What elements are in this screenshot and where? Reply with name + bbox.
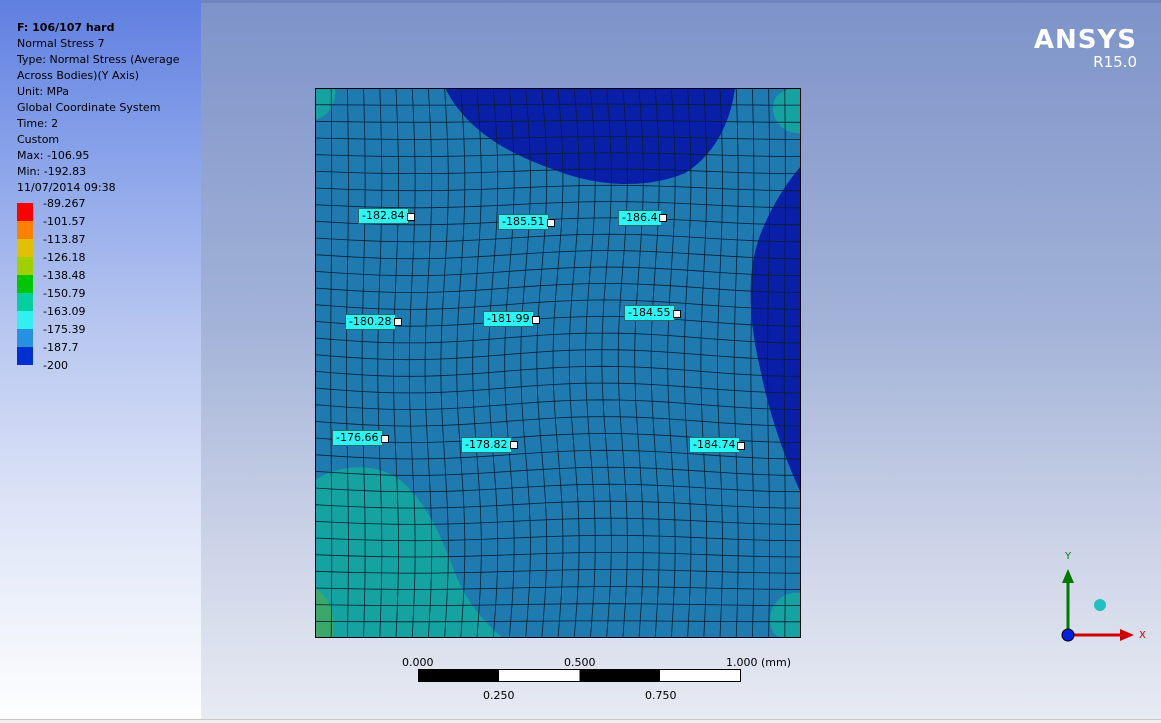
scale-label: 1.000 (mm) bbox=[726, 656, 792, 669]
result-info-text: F: 106/107 hard Normal Stress 7 Type: No… bbox=[17, 20, 201, 196]
result-type: Type: Normal Stress (Average Across Bodi… bbox=[17, 53, 180, 82]
result-min: Min: -192.83 bbox=[17, 165, 87, 178]
legend-swatch bbox=[17, 275, 33, 293]
legend-label: -200 bbox=[43, 359, 68, 372]
result-unit: Unit: MPa bbox=[17, 85, 69, 98]
probe-marker bbox=[673, 310, 681, 318]
probe-label[interactable]: -185.51 bbox=[498, 214, 550, 230]
probe-marker bbox=[381, 435, 389, 443]
result-info-panel: F: 106/107 hard Normal Stress 7 Type: No… bbox=[0, 0, 201, 723]
probe-marker bbox=[532, 316, 540, 324]
scale-label: 0.500 bbox=[564, 656, 596, 669]
probe-label[interactable]: -180.28 bbox=[345, 314, 397, 330]
legend-swatch bbox=[17, 221, 33, 239]
x-axis-label: X bbox=[1139, 630, 1146, 641]
legend-swatch bbox=[17, 311, 33, 329]
contour-plot[interactable] bbox=[315, 88, 801, 638]
probe-marker bbox=[659, 214, 667, 222]
probe-label[interactable]: -182.84 bbox=[358, 208, 410, 224]
legend-label: -150.79 bbox=[43, 287, 86, 300]
legend-swatch bbox=[17, 257, 33, 275]
y-axis-arrow bbox=[1062, 569, 1074, 583]
legend-swatch bbox=[17, 203, 33, 221]
scale-label: 0.750 bbox=[645, 689, 677, 702]
result-name: Normal Stress 7 bbox=[17, 37, 105, 50]
result-timestamp: 11/07/2014 09:38 bbox=[17, 181, 116, 194]
probe-marker bbox=[510, 441, 518, 449]
probe-label[interactable]: -176.66 bbox=[332, 430, 384, 446]
probe-marker bbox=[394, 318, 402, 326]
probe-label[interactable]: -184.74 bbox=[689, 437, 741, 453]
graphics-viewport[interactable]: F: 106/107 hard Normal Stress 7 Type: No… bbox=[0, 0, 1161, 723]
result-time: Time: 2 bbox=[17, 117, 59, 130]
probe-marker bbox=[407, 213, 415, 221]
legend-label: -89.267 bbox=[43, 197, 86, 210]
analysis-title: F: 106/107 hard bbox=[17, 21, 115, 34]
legend-row: -187.7 bbox=[17, 341, 147, 365]
legend-mode: Custom bbox=[17, 133, 60, 146]
legend-label: -175.39 bbox=[43, 323, 86, 336]
scale-label: 0.000 bbox=[402, 656, 434, 669]
legend-label: -138.48 bbox=[43, 269, 86, 282]
status-strip bbox=[0, 719, 1161, 723]
scale-ruler: 0.000 0.500 1.000 (mm) 0.250 0.750 bbox=[402, 656, 791, 702]
legend-label: -113.87 bbox=[43, 233, 86, 246]
probe-marker bbox=[737, 442, 745, 450]
result-max: Max: -106.95 bbox=[17, 149, 90, 162]
logo-version: R15.0 bbox=[1093, 53, 1137, 71]
x-axis-arrow bbox=[1120, 629, 1134, 641]
probe-label[interactable]: -181.99 bbox=[483, 311, 535, 327]
probe-label[interactable]: -186.4 bbox=[618, 210, 663, 226]
legend-label: -187.7 bbox=[43, 341, 79, 354]
legend-swatch bbox=[17, 293, 33, 311]
legend-row: -200 bbox=[17, 359, 147, 381]
legend-label: -163.09 bbox=[43, 305, 86, 318]
coordinate-triad[interactable]: Y X bbox=[1050, 545, 1150, 650]
logo-brand: ANSYS bbox=[1033, 25, 1137, 55]
probe-label[interactable]: -178.82 bbox=[461, 437, 513, 453]
scale-label: 0.250 bbox=[483, 689, 515, 702]
legend-swatch bbox=[17, 347, 33, 365]
z-axis-dot bbox=[1061, 628, 1075, 642]
probe-marker bbox=[547, 219, 555, 227]
legend-row: -175.39 bbox=[17, 323, 147, 347]
probe-label[interactable]: -184.55 bbox=[624, 305, 676, 321]
isometric-view-ball[interactable] bbox=[1094, 599, 1106, 611]
legend-swatch bbox=[17, 329, 33, 347]
legend-swatch bbox=[17, 239, 33, 257]
coordinate-system: Global Coordinate System bbox=[17, 101, 161, 114]
ansys-logo: ANSYS R15.0 bbox=[1034, 26, 1137, 70]
scale-bar bbox=[418, 669, 741, 682]
legend-label: -126.18 bbox=[43, 251, 86, 264]
y-axis-label: Y bbox=[1064, 551, 1072, 562]
legend-label: -101.57 bbox=[43, 215, 86, 228]
